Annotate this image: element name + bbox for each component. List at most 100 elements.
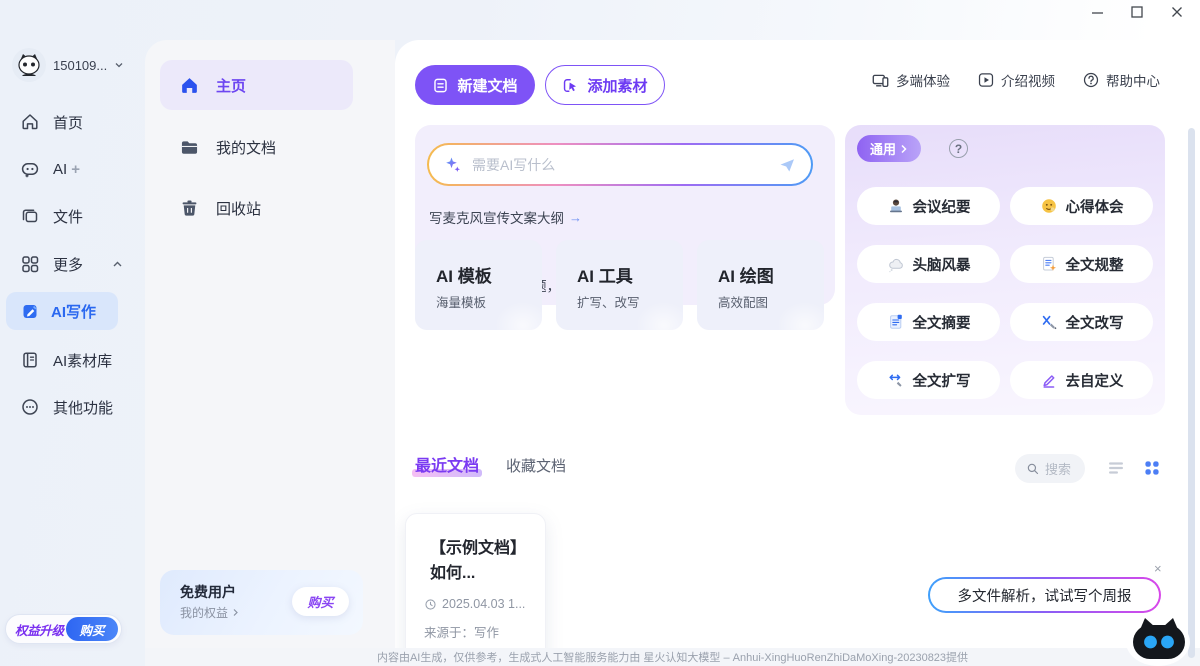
document-card[interactable]: 【示例文档】如何... 2025.04.03 1... 来源于：写作 <box>405 513 546 666</box>
scrollbar[interactable] <box>1188 128 1195 658</box>
robot-icon <box>1130 616 1188 664</box>
plan-buy-button[interactable]: 购买 <box>292 587 349 616</box>
devices-icon <box>871 71 890 90</box>
quick-item-label: 去自定义 <box>1066 370 1124 391</box>
sidebar-item-label: AI写作 <box>51 301 96 322</box>
plan-benefits-link[interactable]: 我的权益 <box>180 604 240 621</box>
sidebar-item-label: AI素材库 <box>53 350 112 371</box>
quick-item-full-text-tidy[interactable]: 全文规整 <box>1010 245 1153 283</box>
sidebar-item-home[interactable]: 首页 <box>20 107 83 137</box>
card-subtitle: 扩写、改写 <box>577 292 640 311</box>
quick-item-brainstorm[interactable]: 头脑风暴 <box>857 245 1000 283</box>
quick-item-customize[interactable]: 去自定义 <box>1010 361 1153 399</box>
tooltip-close-icon[interactable]: × <box>1154 561 1162 576</box>
quick-item-full-text-rewrite[interactable]: 全文改写 <box>1010 303 1153 341</box>
quick-item-label: 心得体会 <box>1066 196 1124 217</box>
header-links: 多端体验 介绍视频 帮助中心 <box>871 70 1160 90</box>
intro-video-link[interactable]: 介绍视频 <box>977 70 1055 90</box>
card-title: AI 工具 <box>577 262 633 287</box>
chevron-right-icon <box>900 144 908 154</box>
link-label: 多端体验 <box>896 70 950 90</box>
grid-view-button[interactable] <box>1143 459 1161 477</box>
sidebar-item-ai[interactable]: AI + <box>20 154 80 184</box>
folder-icon <box>179 137 200 158</box>
cat-avatar-icon <box>12 48 46 82</box>
main-panel: 新建文档 添加素材 多端体验 <box>395 40 1185 666</box>
quick-help-icon[interactable]: ? <box>949 139 968 158</box>
sidebar-item-homepage[interactable]: 主页 <box>160 60 353 110</box>
library-icon <box>20 350 40 370</box>
search-placeholder: 搜索 <box>1045 459 1071 478</box>
person-laptop-icon <box>887 197 905 215</box>
sidebar-item-label: 文件 <box>53 206 83 227</box>
link-label: 帮助中心 <box>1106 70 1160 90</box>
quick-item-full-text-summary[interactable]: 全文摘要 <box>857 303 1000 341</box>
assistant-tooltip[interactable]: 多文件解析，试试写个周报 <box>928 577 1161 613</box>
sidebar-item-my-docs[interactable]: 我的文档 <box>160 125 353 169</box>
sidebar-item-label: 更多 <box>53 254 83 275</box>
quick-item-meeting-notes[interactable]: 会议纪要 <box>857 187 1000 225</box>
quick-item-reflections[interactable]: 心得体会 <box>1010 187 1153 225</box>
clock-icon <box>424 598 437 611</box>
assistant-robot-button[interactable] <box>1130 616 1188 664</box>
ai-writing-icon <box>21 302 40 321</box>
maximize-button[interactable] <box>1124 2 1150 22</box>
ai-robot-icon <box>20 159 40 179</box>
close-button[interactable] <box>1164 2 1190 22</box>
list-view-button[interactable] <box>1107 459 1125 477</box>
primary-sidebar: 150109... 首页 AI + <box>0 0 145 666</box>
window-controls <box>1084 2 1190 22</box>
sidebar-item-ai-writing[interactable]: AI写作 <box>6 292 118 330</box>
chevron-up-icon <box>112 259 123 270</box>
docs-tabs: 最近文档 收藏文档 <box>415 452 566 476</box>
sidebar-item-other[interactable]: 其他功能 <box>20 392 113 422</box>
multi-device-link[interactable]: 多端体验 <box>871 70 950 90</box>
tab-recent-docs[interactable]: 最近文档 <box>415 452 479 476</box>
ai-drawing-card[interactable]: AI 绘图 高效配图 <box>697 240 824 330</box>
feature-cards: AI 模板 海量模板 AI 工具 扩写、改写 AI 绘图 高效配图 <box>415 240 824 330</box>
ai-templates-card[interactable]: AI 模板 海量模板 <box>415 240 542 330</box>
cursor-icon <box>562 77 579 94</box>
document-sidebar: 主页 我的文档 回收站 免费用户 我的权益 <box>145 40 395 666</box>
add-material-label: 添加素材 <box>587 75 647 96</box>
sidebar-item-label: 首页 <box>53 112 83 133</box>
quick-item-full-text-expand[interactable]: 全文扩写 <box>857 361 1000 399</box>
document-date-text: 2025.04.03 1... <box>442 597 525 611</box>
sidebar-item-recycle-bin[interactable]: 回收站 <box>160 186 353 230</box>
quick-item-label: 全文规整 <box>1066 254 1124 275</box>
document-title: 【示例文档】如何... <box>430 536 526 586</box>
upgrade-banner[interactable]: 权益升级 购买 <box>5 614 122 644</box>
more-circle-icon <box>20 397 40 417</box>
ai-tools-card[interactable]: AI 工具 扩写、改写 <box>556 240 683 330</box>
help-center-link[interactable]: 帮助中心 <box>1082 70 1160 90</box>
pencil-icon <box>1040 371 1058 389</box>
buy-button[interactable]: 购买 <box>66 617 118 641</box>
minimize-button[interactable] <box>1084 2 1110 22</box>
chevron-down-icon <box>114 60 124 70</box>
help-icon <box>1082 71 1100 89</box>
suggestion-item[interactable]: 写麦克风宣传文案大纲 → <box>429 207 582 227</box>
card-subtitle: 海量模板 <box>436 292 486 311</box>
add-material-button[interactable]: 添加素材 <box>545 65 665 105</box>
quick-item-label: 全文扩写 <box>913 370 971 391</box>
send-icon[interactable] <box>777 155 797 175</box>
disclaimer-text: 内容由AI生成，仅供参考，生成式人工智能服务能力由 星火认知大模型 – Anhu… <box>377 649 968 665</box>
new-document-label: 新建文档 <box>457 75 517 96</box>
quick-actions-grid: 会议纪要 心得体会 头脑风暴 <box>857 187 1153 399</box>
new-document-button[interactable]: 新建文档 <box>415 65 535 105</box>
sidebar-item-ai-library[interactable]: AI素材库 <box>20 345 112 375</box>
chevron-right-icon <box>232 608 240 617</box>
search-input[interactable]: 搜索 <box>1015 454 1085 483</box>
user-account[interactable]: 150109... <box>12 48 124 82</box>
ai-prompt-inputbox[interactable] <box>427 143 813 186</box>
card-title: AI 绘图 <box>718 262 774 287</box>
tab-favorite-docs[interactable]: 收藏文档 <box>506 455 566 476</box>
ai-prompt-input[interactable] <box>472 157 768 173</box>
sidebar-item-more[interactable]: 更多 <box>20 249 123 279</box>
general-tag-button[interactable]: 通用 <box>857 135 921 162</box>
quick-item-label: 会议纪要 <box>913 196 971 217</box>
avatar <box>12 48 46 82</box>
sidebar-item-files[interactable]: 文件 <box>20 201 83 231</box>
plan-benefits-label: 我的权益 <box>180 604 228 621</box>
thinking-face-icon <box>1040 197 1058 215</box>
